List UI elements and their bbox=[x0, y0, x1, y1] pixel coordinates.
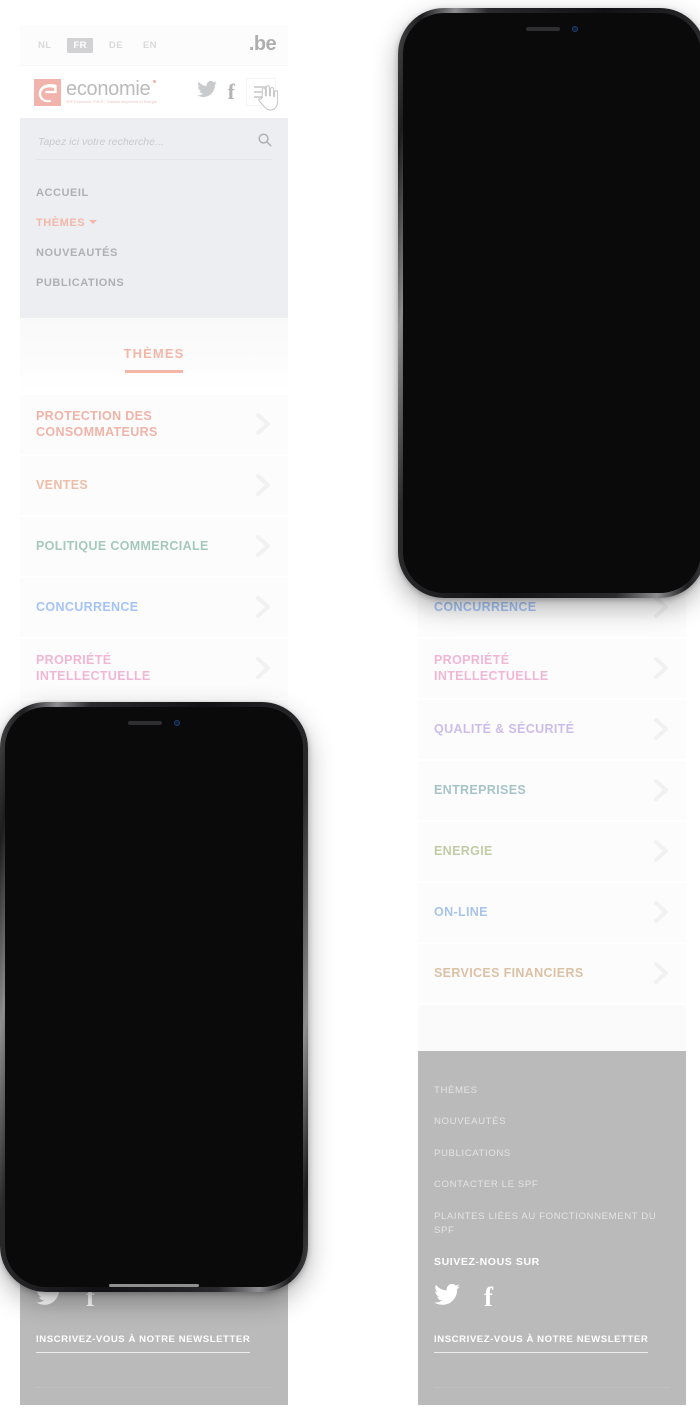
site-footer: THÈMESNOUVEAUTÉSPUBLICATIONSCONTACTER LE… bbox=[418, 1050, 686, 1405]
copyright-row: Copyright © SPF Economie|Conditions d'ut… bbox=[36, 1387, 272, 1405]
nav-item-publications[interactable]: PUBLICATIONS bbox=[36, 268, 272, 298]
nav-item-label: ACCUEIL bbox=[36, 187, 89, 199]
logo-subtitle: SPF Economie, P.M.E., Classes moyennes e… bbox=[66, 100, 157, 105]
theme-label: ON-LINE bbox=[434, 905, 488, 919]
search-input[interactable] bbox=[36, 135, 257, 149]
theme-label: POLITIQUE COMMERCIALE bbox=[36, 539, 209, 553]
phone-screen-top bbox=[409, 19, 695, 587]
chevron-right-icon bbox=[653, 656, 670, 680]
front-camera-icon bbox=[174, 720, 180, 726]
language-option-de[interactable]: DE bbox=[105, 38, 127, 53]
earpiece-speaker-icon bbox=[526, 27, 560, 31]
theme-label: ENTREPRISES bbox=[434, 783, 527, 797]
logo-wordmark: economie bbox=[66, 79, 157, 99]
chevron-right-icon bbox=[255, 412, 272, 436]
theme-row[interactable]: PROPRIÉTÉ INTELLECTUELLE bbox=[20, 638, 288, 698]
search-icon[interactable] bbox=[257, 132, 272, 152]
home-indicator bbox=[109, 1284, 199, 1287]
chevron-right-icon bbox=[255, 534, 272, 558]
follow-us-heading: SUIVEZ-NOUS SUR bbox=[434, 1256, 540, 1269]
phone-frame-bottom bbox=[0, 702, 308, 1292]
hamburger-menu-icon[interactable] bbox=[246, 78, 279, 111]
footer-social-group: f bbox=[434, 1280, 670, 1328]
nav-item-label: PUBLICATIONS bbox=[36, 277, 125, 289]
twitter-icon[interactable] bbox=[434, 1284, 460, 1310]
theme-label: ENERGIE bbox=[434, 844, 493, 858]
logo-text-block: economieSPF Economie, P.M.E., Classes mo… bbox=[66, 79, 157, 105]
theme-row[interactable]: SERVICES FINANCIERS bbox=[418, 943, 686, 1003]
facebook-icon[interactable]: f bbox=[484, 1284, 493, 1311]
chevron-right-icon bbox=[653, 900, 670, 924]
economie-logo-icon bbox=[34, 78, 61, 106]
chevron-right-icon bbox=[255, 656, 272, 680]
theme-row[interactable]: POLITIQUE COMMERCIALE bbox=[20, 516, 288, 576]
chevron-right-icon bbox=[255, 595, 272, 619]
theme-label: PROTECTION DES CONSOMMATEURS bbox=[36, 409, 158, 439]
theme-label: CONCURRENCE bbox=[36, 600, 139, 614]
theme-label: VENTES bbox=[36, 478, 89, 492]
mouse-cursor-hand-icon bbox=[256, 85, 279, 111]
search-block bbox=[20, 118, 288, 164]
footer-link[interactable]: PUBLICATIONS bbox=[434, 1138, 670, 1170]
theme-row[interactable]: PROPRIÉTÉ INTELLECTUELLE bbox=[418, 638, 686, 698]
search-row bbox=[36, 132, 272, 160]
themes-list-spacer bbox=[418, 1004, 686, 1051]
nav-item-thmes[interactable]: THÈMES bbox=[36, 208, 272, 238]
phone-frame-top bbox=[398, 8, 700, 598]
theme-row[interactable]: VENTES bbox=[20, 455, 288, 515]
themes-title: THÈMES bbox=[123, 346, 185, 361]
theme-row[interactable]: ON-LINE bbox=[418, 882, 686, 942]
theme-row[interactable]: QUALITÉ & SÉCURITÉ bbox=[418, 699, 686, 759]
theme-label: QUALITÉ & SÉCURITÉ bbox=[434, 722, 575, 736]
facebook-icon[interactable]: f bbox=[228, 81, 235, 103]
site-logo[interactable]: economieSPF Economie, P.M.E., Classes mo… bbox=[34, 78, 157, 106]
chevron-right-icon bbox=[653, 778, 670, 802]
mockup-stage: NL FR DE EN .be economie SPF Economie, P.M.E.,… bbox=[0, 0, 700, 1416]
themes-title-underline bbox=[125, 370, 183, 373]
chevron-right-icon bbox=[653, 839, 670, 863]
theme-label: PROPRIÉTÉ INTELLECTUELLE bbox=[36, 653, 151, 683]
footer-link[interactable]: CONTACTER LE SPF bbox=[434, 1169, 670, 1201]
theme-row[interactable]: PROTECTION DES CONSOMMATEURS bbox=[20, 394, 288, 454]
header-icon-group: f bbox=[196, 78, 279, 111]
footer-link[interactable]: PLAINTES LIÉES AU FONCTIONNEMENT DU SPF bbox=[434, 1201, 670, 1246]
theme-label: SERVICES FINANCIERS bbox=[434, 966, 584, 980]
main-navigation: ACCUEIL THÈMES NOUVEAUTÉS PUBLICATIONS bbox=[20, 164, 288, 318]
chevron-right-icon bbox=[653, 717, 670, 741]
language-option-en[interactable]: EN bbox=[139, 38, 161, 53]
nav-item-nouveauts[interactable]: NOUVEAUTÉS bbox=[36, 238, 272, 268]
twitter-icon[interactable] bbox=[196, 81, 217, 102]
theme-row[interactable]: ENTREPRISES bbox=[418, 760, 686, 820]
newsletter-signup-link[interactable]: INSCRIVEZ-VOUS À NOTRE NEWSLETTER bbox=[434, 1328, 649, 1354]
theme-row[interactable]: ENERGIE bbox=[418, 821, 686, 881]
themes-section-header: THÈMES bbox=[20, 318, 288, 395]
be-domain-label: .be bbox=[248, 33, 277, 55]
phone-notch bbox=[100, 713, 208, 733]
chevron-right-icon bbox=[653, 595, 670, 619]
language-bar: NL FR DE EN .be bbox=[20, 25, 288, 65]
language-option-fr[interactable]: FR bbox=[67, 37, 93, 53]
nav-item-label: NOUVEAUTÉS bbox=[36, 247, 118, 259]
phone-screen-bottom bbox=[11, 713, 297, 1281]
front-camera-icon bbox=[572, 26, 578, 32]
chevron-down-icon bbox=[89, 220, 98, 224]
chevron-right-icon bbox=[653, 961, 670, 985]
brand-bar: economieSPF Economie, P.M.E., Classes mo… bbox=[20, 65, 288, 118]
nav-item-accueil[interactable]: ACCUEIL bbox=[36, 178, 272, 208]
footer-link[interactable]: NOUVEAUTÉS bbox=[434, 1106, 670, 1138]
footer-link[interactable]: THÈMES bbox=[434, 1075, 670, 1107]
theme-label: CONCURRENCE bbox=[434, 600, 537, 614]
newsletter-signup-link[interactable]: INSCRIVEZ-VOUS À NOTRE NEWSLETTER bbox=[36, 1328, 251, 1354]
theme-label: PROPRIÉTÉ INTELLECTUELLE bbox=[434, 653, 549, 683]
theme-row[interactable]: CONCURRENCE bbox=[20, 577, 288, 637]
earpiece-speaker-icon bbox=[128, 721, 162, 725]
chevron-right-icon bbox=[255, 473, 272, 497]
nav-item-label: THÈMES bbox=[36, 217, 86, 229]
copyright-row: Copyright © SPF Economie|Conditions d'ut… bbox=[434, 1387, 670, 1405]
language-option-nl[interactable]: NL bbox=[34, 38, 55, 53]
phone-notch bbox=[498, 19, 606, 39]
